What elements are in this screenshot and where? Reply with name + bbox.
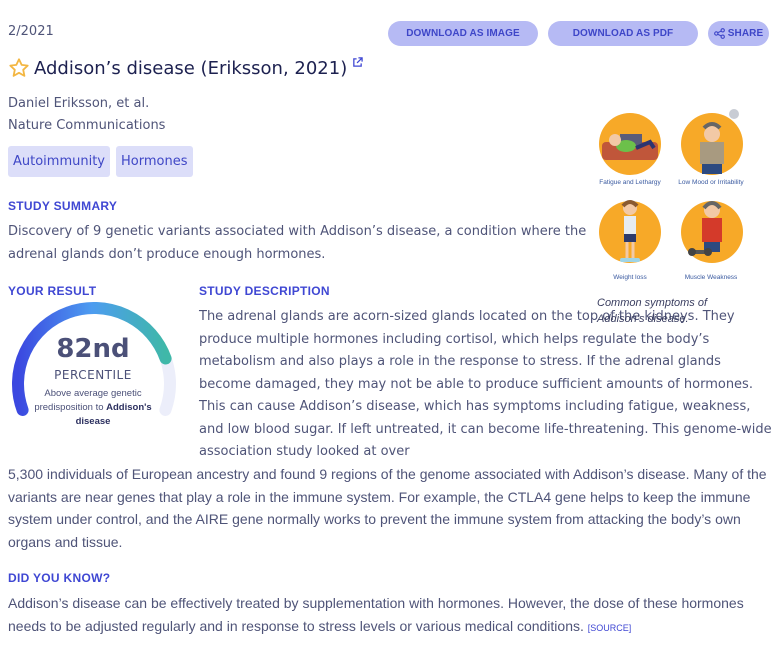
symptom-label: Muscle Weakness (684, 274, 738, 281)
symptom-label: Weight loss (613, 274, 647, 281)
study-journal: Nature Communications (8, 118, 166, 133)
did-you-know-text: Addison’s disease can be effectively tre… (8, 595, 744, 634)
external-link-icon[interactable] (352, 56, 363, 68)
muscle-weakness-illustration (681, 201, 743, 263)
download-pdf-button[interactable]: DOWNLOAD AS PDF (548, 21, 698, 46)
study-summary-text: Discovery of 9 genetic variants associat… (8, 224, 587, 262)
percentile-label: PERCENTILE (54, 368, 132, 382)
title-row: Addison’s disease (Eriksson, 2021) (8, 56, 363, 79)
tag-autoimmunity[interactable]: Autoimmunity (8, 146, 111, 177)
download-image-button[interactable]: DOWNLOAD AS IMAGE (388, 21, 538, 46)
tag-hormones[interactable]: Hormones (116, 146, 193, 177)
did-you-know-heading: DID YOU KNOW? (8, 571, 111, 585)
result-description: Above average genetic predisposition to … (34, 388, 152, 427)
low-mood-illustration (681, 109, 743, 175)
share-button[interactable]: SHARE (708, 21, 769, 46)
your-result-heading: YOUR RESULT (8, 284, 97, 298)
study-description-continued: 5,300 individuals of European ancestry a… (8, 466, 767, 550)
study-description-heading: STUDY DESCRIPTION (199, 284, 330, 298)
action-bar: DOWNLOAD AS IMAGE DOWNLOAD AS PDF SHARE (388, 21, 769, 46)
figure-caption: Common symptoms of Addison’s disease. (597, 297, 708, 325)
symptom-label: Fatigue and Lethargy (599, 179, 661, 186)
page-title: Addison’s disease (Eriksson, 2021) (34, 57, 348, 79)
publication-date: 2/2021 (8, 24, 54, 39)
study-summary-heading: STUDY SUMMARY (8, 199, 118, 213)
star-outline-icon[interactable] (8, 57, 30, 79)
symptom-label: Low Mood or Irritability (678, 179, 744, 186)
study-description-text: The adrenal glands are acorn-sized gland… (199, 309, 772, 459)
study-authors: Daniel Eriksson, et al. (8, 96, 150, 111)
weight-loss-illustration (599, 200, 661, 263)
share-icon (713, 28, 725, 39)
percentile-value: 82nd (56, 334, 130, 364)
tag-list: Autoimmunity Hormones (8, 146, 193, 177)
source-link[interactable]: [SOURCE] (588, 623, 632, 633)
share-label: SHARE (727, 28, 764, 39)
fatigue-illustration (599, 113, 661, 175)
